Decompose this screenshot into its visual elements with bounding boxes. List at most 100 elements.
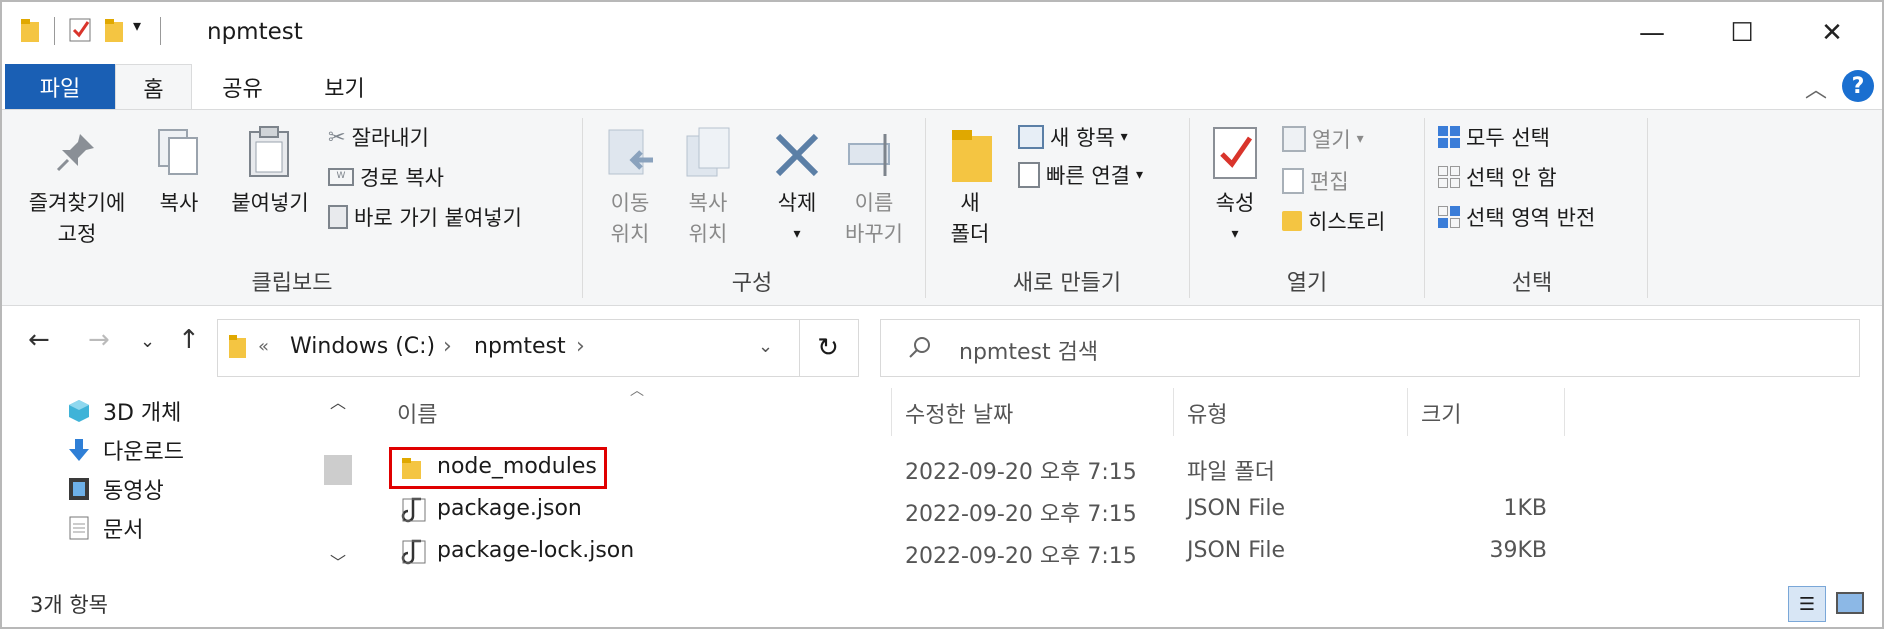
column-divider[interactable] xyxy=(1564,388,1565,436)
new-folder-icon[interactable] xyxy=(104,18,126,44)
cube-icon xyxy=(69,400,89,422)
copy-path-icon: W xyxy=(328,168,354,186)
copy-to-icon xyxy=(686,127,730,177)
edit-button[interactable]: 편집 xyxy=(1282,166,1349,196)
tab-home[interactable]: 홈 xyxy=(115,64,192,110)
sort-ascending-icon: ︿ xyxy=(630,383,644,399)
file-row[interactable]: package-lock.json 2022-09-20 오후 7:15 JSO… xyxy=(397,532,1577,572)
search-box[interactable]: npmtest 검색 xyxy=(880,319,1860,377)
film-icon xyxy=(69,478,89,500)
clipboard-group-label: 클립보드 xyxy=(251,271,333,296)
column-header-date[interactable]: 수정한 날짜 xyxy=(905,397,1013,429)
cut-button[interactable]: ✂ 잘라내기 xyxy=(328,122,429,152)
pin-to-quick-access-button[interactable]: 즐겨찾기에 고정 xyxy=(12,188,142,250)
new-item-button[interactable]: 새 항목 ▾ xyxy=(1018,122,1128,152)
quick-access-dropdown-icon[interactable]: ▾ xyxy=(133,16,141,35)
address-dropdown-chevron-icon[interactable]: ⌄ xyxy=(758,336,773,357)
open-button[interactable]: 열기 ▾ xyxy=(1282,124,1364,154)
divider xyxy=(160,17,161,45)
copy-to-button[interactable]: 복사 위치 xyxy=(670,188,746,250)
invert-selection-label: 선택 영역 반전 xyxy=(1466,206,1596,230)
copy-icon xyxy=(158,129,198,175)
recent-locations-chevron-icon[interactable]: ⌄ xyxy=(140,331,155,352)
breadcrumb-folder[interactable]: npmtest xyxy=(474,334,566,359)
tab-file[interactable]: 파일 xyxy=(5,64,115,109)
file-type: 파일 폴더 xyxy=(1187,460,1275,485)
paste-button[interactable]: 붙여넣기 xyxy=(220,188,320,219)
easy-access-icon xyxy=(1018,162,1040,188)
select-all-label: 모두 선택 xyxy=(1466,126,1550,150)
tab-view[interactable]: 보기 xyxy=(302,64,387,109)
divider xyxy=(54,17,55,45)
close-button[interactable]: ✕ xyxy=(1792,10,1872,56)
move-to-icon xyxy=(608,129,653,175)
tab-share[interactable]: 공유 xyxy=(200,64,285,109)
nav-item-3d-objects[interactable]: 3D 개체 xyxy=(67,395,181,427)
scissors-icon: ✂ xyxy=(328,125,346,149)
paste-shortcut-button[interactable]: 바로 가기 붙여넣기 xyxy=(328,202,522,232)
nav-item-videos[interactable]: 동영상 xyxy=(67,473,164,505)
column-divider[interactable] xyxy=(1407,388,1408,436)
column-divider[interactable] xyxy=(891,388,892,436)
history-label: 히스토리 xyxy=(1308,210,1386,234)
breadcrumb-drive[interactable]: Windows (C:) xyxy=(290,334,435,359)
file-size: 1KB xyxy=(1503,496,1547,521)
nav-item-documents[interactable]: 문서 xyxy=(67,512,143,544)
details-view-icon[interactable]: ☰ xyxy=(1788,586,1826,622)
copy-button[interactable]: 복사 xyxy=(147,188,211,219)
back-arrow-icon[interactable]: ← xyxy=(28,325,50,355)
overflow-chevron-icon[interactable]: « xyxy=(258,336,269,357)
easy-access-button[interactable]: 빠른 연결 ▾ xyxy=(1018,160,1143,190)
properties-check-icon[interactable] xyxy=(68,16,94,44)
folder-icon xyxy=(229,335,246,358)
select-none-button[interactable]: 선택 안 함 xyxy=(1438,162,1557,192)
new-folder-button[interactable]: 새 폴더 xyxy=(940,188,1000,250)
select-none-label: 선택 안 함 xyxy=(1466,166,1557,190)
help-button[interactable]: ? xyxy=(1842,70,1874,102)
column-header-size[interactable]: 크기 xyxy=(1421,397,1461,429)
new-item-icon xyxy=(1018,125,1044,149)
file-row[interactable]: package.json 2022-09-20 오후 7:15 JSON Fil… xyxy=(397,490,1577,530)
scroll-up-icon[interactable]: ︿ xyxy=(330,389,346,413)
ribbon: 즐겨찾기에 고정 복사 붙여넣기 ✂ 잘라내기 W 경로 복사 바로 가기 붙여… xyxy=(2,109,1882,306)
group-separator xyxy=(1189,118,1190,298)
select-none-icon xyxy=(1438,166,1460,188)
large-icons-view-icon[interactable] xyxy=(1832,586,1868,620)
properties-label: 속성 xyxy=(1215,191,1255,215)
select-group-label: 선택 xyxy=(1511,271,1553,296)
column-header-type[interactable]: 유형 xyxy=(1187,397,1227,429)
nav-item-label: 동영상 xyxy=(103,479,164,504)
minimize-button[interactable]: — xyxy=(1612,10,1692,56)
nav-pane-scrollbar[interactable]: ︿ ﹀ xyxy=(324,385,354,580)
window-title: npmtest xyxy=(207,19,303,45)
new-item-label: 새 항목 xyxy=(1050,126,1115,150)
column-header-name[interactable]: 이름 xyxy=(397,397,437,429)
properties-button[interactable]: 속성 ▾ xyxy=(1200,188,1270,250)
file-type: JSON File xyxy=(1187,496,1286,521)
invert-selection-button[interactable]: 선택 영역 반전 xyxy=(1438,202,1595,232)
rename-button[interactable]: 이름 바꾸기 xyxy=(834,188,914,250)
properties-dropdown-icon[interactable]: ▾ xyxy=(1200,219,1270,250)
select-all-button[interactable]: 모두 선택 xyxy=(1438,122,1550,152)
file-name: package.json xyxy=(437,496,582,521)
history-button[interactable]: 히스토리 xyxy=(1282,206,1385,236)
forward-arrow-icon[interactable]: → xyxy=(88,325,110,355)
breadcrumb-separator-icon[interactable]: › xyxy=(576,334,585,359)
open-group-label: 열기 xyxy=(1286,271,1328,296)
new-folder-icon xyxy=(952,130,992,182)
refresh-icon[interactable]: ↻ xyxy=(798,319,859,377)
maximize-button[interactable]: ☐ xyxy=(1702,10,1782,56)
move-to-button[interactable]: 이동 위치 xyxy=(592,188,668,250)
collapse-ribbon-icon[interactable]: ︿ xyxy=(1805,72,1827,104)
delete-dropdown-icon[interactable]: ▾ xyxy=(757,219,837,250)
paste-clipboard-icon xyxy=(249,126,289,177)
delete-button[interactable]: 삭제 ▾ xyxy=(757,188,837,250)
up-arrow-icon[interactable]: ↑ xyxy=(178,325,200,355)
breadcrumb-separator-icon[interactable]: › xyxy=(443,334,452,359)
address-bar[interactable]: « Windows (C:) › npmtest › ⌄ xyxy=(217,319,800,377)
column-divider[interactable] xyxy=(1173,388,1174,436)
scroll-thumb[interactable] xyxy=(324,455,352,485)
nav-item-downloads[interactable]: 다운로드 xyxy=(67,434,184,466)
copy-path-button[interactable]: W 경로 복사 xyxy=(328,162,444,192)
scroll-down-icon[interactable]: ﹀ xyxy=(330,549,346,573)
